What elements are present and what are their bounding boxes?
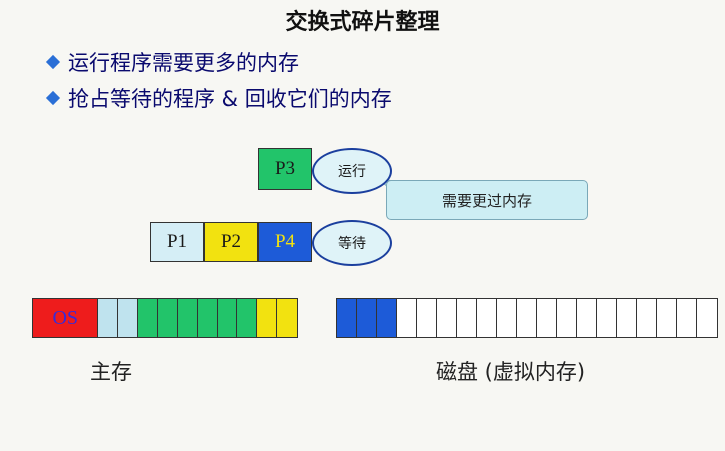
process-box-p4: P4: [258, 222, 312, 262]
disk-cell-free: [417, 299, 437, 337]
bullet-item: 运行程序需要更多的内存: [45, 44, 392, 80]
disk-cell-free: [557, 299, 577, 337]
disk-cell-free: [697, 299, 717, 337]
memory-cell-p2: [257, 299, 278, 337]
disk-cell-free: [437, 299, 457, 337]
memory-cell-p1: [98, 299, 119, 337]
disk-cell-p4: [337, 299, 357, 337]
memory-cell-p3: [237, 299, 258, 337]
disk-cell-free: [577, 299, 597, 337]
slide-title: 交换式碎片整理: [285, 10, 440, 35]
waiting-state-ellipse: 等待: [312, 220, 392, 266]
disk-cell-free: [517, 299, 537, 337]
process-box-p2: P2: [204, 222, 258, 262]
disk-strip: [336, 298, 718, 338]
disk-cell-free: [457, 299, 477, 337]
bullet-text: 抢占等待的程序 & 回收它们的内存: [68, 87, 392, 111]
memory-cell-p3: [158, 299, 178, 337]
disk-cell-free: [657, 299, 677, 337]
disk-cell-p4: [377, 299, 397, 337]
memory-cell-p1: [118, 299, 139, 337]
main-memory-strip: OS: [32, 298, 298, 338]
disk-cell-free: [397, 299, 417, 337]
bullet-list: 运行程序需要更多的内存 抢占等待的程序 & 回收它们的内存: [45, 44, 392, 116]
disk-cell-free: [637, 299, 657, 337]
main-memory-label: 主存: [90, 360, 132, 384]
disk-cell-free: [677, 299, 697, 337]
disk-label: 磁盘 (虚拟内存): [436, 360, 586, 384]
memory-cell-p3: [197, 299, 218, 337]
memory-cell-p3: [177, 299, 198, 337]
diamond-bullet-icon: [45, 90, 61, 106]
memory-cell-os: OS: [33, 299, 99, 337]
diamond-bullet-icon: [45, 54, 61, 70]
process-box-p1: P1: [150, 222, 204, 262]
memory-cell-p3: [138, 299, 159, 337]
process-box-p3: P3: [258, 148, 312, 190]
disk-cell-free: [537, 299, 557, 337]
disk-cell-free: [597, 299, 617, 337]
disk-cell-free: [477, 299, 497, 337]
disk-cell-p4: [357, 299, 377, 337]
disk-cell-free: [617, 299, 637, 337]
bullet-item: 抢占等待的程序 & 回收它们的内存: [45, 80, 392, 116]
bullet-text: 运行程序需要更多的内存: [68, 51, 299, 75]
running-state-ellipse: 运行: [312, 148, 392, 194]
memory-cell-p2: [277, 299, 297, 337]
memory-cell-p3: [217, 299, 238, 337]
disk-cell-free: [497, 299, 517, 337]
memory-request-callout: 需要更过内存: [386, 180, 588, 220]
